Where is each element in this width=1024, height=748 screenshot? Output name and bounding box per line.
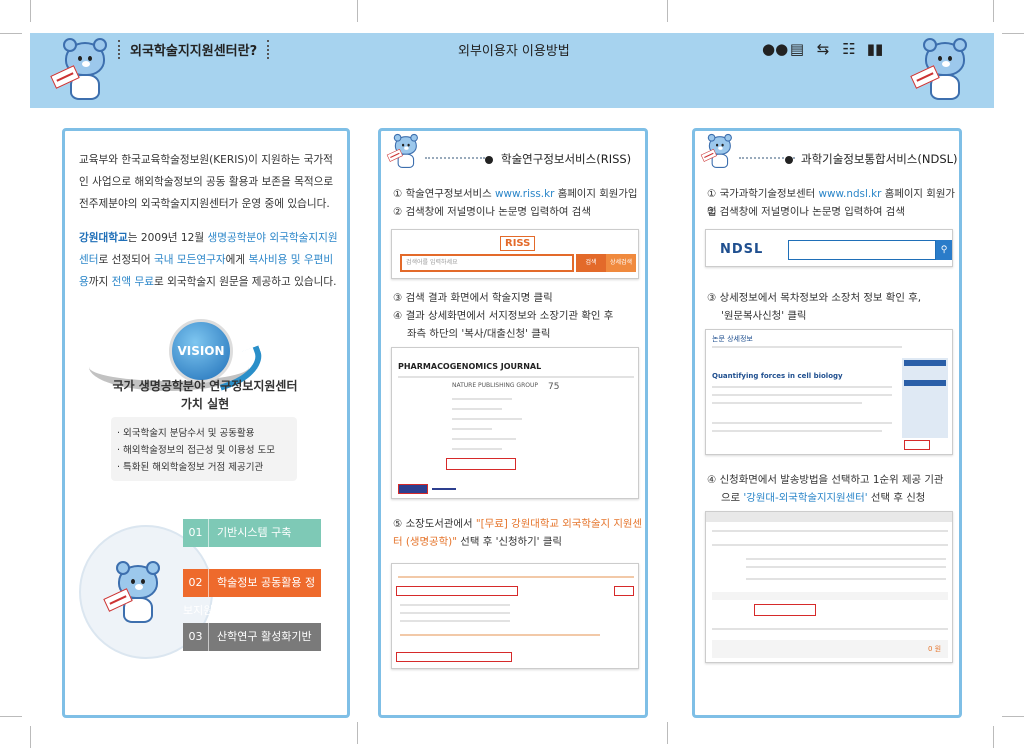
riss-search-input: 검색어를 입력하세요 xyxy=(400,254,574,272)
bear-mascot-icon xyxy=(700,133,735,170)
search-icon: ⚲ xyxy=(936,240,952,260)
fold-mark xyxy=(667,0,668,22)
total-amount: 0 원 xyxy=(928,645,942,653)
goal-bar: 03 산학연구 활성화기반조성 xyxy=(183,623,321,671)
panel-riss: 학술연구정보서비스(RISS) ① 학술연구정보서비스 www.riss.kr … xyxy=(378,128,648,718)
riss-library-screenshot xyxy=(391,563,639,669)
header-title-center: 외부이용자 이용방법 xyxy=(458,44,570,59)
intro-text: 교육부와 한국교육학술정보원(KERIS)이 지원하는 국가적인 사업으로 해외… xyxy=(79,154,334,210)
section-title: 학술연구정보서비스(RISS) xyxy=(485,151,631,167)
header-icons: ●● ▤ ⇆ ☷ ▮▮ xyxy=(762,40,884,58)
crop-mark xyxy=(0,33,22,34)
step-2: ② 검색창에 저널명이나 논문명 입력하여 검색 xyxy=(393,206,591,218)
riss-logo: RISS xyxy=(500,236,536,251)
crop-mark xyxy=(1002,716,1024,717)
ndsl-logo: NDSL xyxy=(720,242,764,257)
fold-mark xyxy=(667,722,668,744)
library-highlight xyxy=(396,586,518,596)
panel-ndsl: 과학기술정보통합서비스(NDSL) ① 국가과학기술정보센터 www.ndsl.… xyxy=(692,128,962,718)
document-icon: ☷ xyxy=(842,40,856,58)
goal-bar: 02 학술정보 공동활용 정보지원 xyxy=(183,569,321,617)
printer-icon: ▤ xyxy=(789,40,805,58)
goal-bar: 01 기반시스템 구축 xyxy=(183,519,321,547)
bear-mascot-icon xyxy=(910,38,972,104)
description-text: 강원대학교는 2009년 12월 생명공학분야 외국학술지지원센터로 선정되어 … xyxy=(79,232,338,288)
panel-about: 교육부와 한국교육학술정보원(KERIS)이 지원하는 국가적인 사업으로 해외… xyxy=(62,128,350,718)
section-title: 과학기술정보통합서비스(NDSL) xyxy=(785,151,958,167)
crop-mark xyxy=(993,726,994,748)
ndsl-search-input xyxy=(788,240,936,260)
institution-highlight xyxy=(754,604,816,616)
step-1: ① 학술연구정보서비스 www.riss.kr 홈페이지 회원가입 xyxy=(393,188,638,200)
holding-highlight xyxy=(446,458,516,470)
ndsl-search-screenshot: NDSL ⚲ xyxy=(705,229,953,267)
step-5: ⑤ 소장도서관에서 "[무료] 강원대학교 외국학술지 지원센터 (생명공학)"… xyxy=(393,518,643,548)
step-4: ④ 결과 상세화면에서 서지정보와 소장기관 확인 후 좌측 하단의 '복사/대… xyxy=(393,310,614,340)
step-3: ③ 검색 결과 화면에서 학술지명 클릭 xyxy=(393,292,553,304)
vision-list: · 외국학술지 분담수서 및 공동활용 · 해외학술정보의 접근성 및 이용성 … xyxy=(111,417,297,481)
fold-mark xyxy=(357,722,358,744)
ndsl-request-screenshot: 0 원 xyxy=(705,511,953,663)
step-4: ④ 신청화면에서 발송방법을 선택하고 1순위 제공 기관 으로 '강원대-외국… xyxy=(707,474,944,504)
riss-advanced-button: 상세검색 xyxy=(606,254,636,272)
journal-title: PHARMACOGENOMICS JOURNAL xyxy=(398,362,542,371)
crop-mark xyxy=(0,716,22,717)
vision-title: 국가 생명공학분야 연구정보지원센터 가치 실현 xyxy=(112,379,298,411)
dotted-line xyxy=(425,157,485,159)
copy-request-highlight xyxy=(904,440,930,450)
vision-badge: VISION xyxy=(169,319,233,383)
bear-mascot-icon xyxy=(103,561,165,627)
crop-mark xyxy=(993,0,994,22)
list-item: · 해외학술정보의 접근성 및 이용성 도모 xyxy=(117,445,275,456)
riss-search-button: 검색 xyxy=(576,254,606,272)
riss-search-screenshot: RISS 검색어를 입력하세요 검색 상세검색 xyxy=(391,229,639,279)
users-icon: ●● xyxy=(762,40,789,58)
bear-mascot-icon xyxy=(50,38,112,104)
copy-request-highlight xyxy=(398,484,428,494)
crop-mark xyxy=(30,726,31,748)
ndsl-detail-screenshot: 논문 상세정보 Quantifying forces in cell biolo… xyxy=(705,329,953,455)
crop-mark xyxy=(1002,33,1024,34)
selected-library-highlight xyxy=(396,652,512,662)
apply-highlight xyxy=(614,586,634,596)
riss-detail-screenshot: PHARMACOGENOMICS JOURNAL NATURE PUBLISHI… xyxy=(391,347,639,499)
list-item: · 특화된 해외학술정보 거점 제공기관 xyxy=(117,462,264,473)
list-item: · 외국학술지 분담수서 및 공동활용 xyxy=(117,428,255,439)
step-2: ② 검색창에 저널명이나 논문명 입력하여 검색 xyxy=(707,206,905,218)
crop-mark xyxy=(30,0,31,22)
bear-mascot-icon xyxy=(386,133,421,170)
step-3: ③ 상세정보에서 목차정보와 소장처 정보 확인 후, '원문복사신청' 클릭 xyxy=(707,292,922,322)
org-name: 강원대학교 xyxy=(79,232,128,244)
book-icon: ▮▮ xyxy=(866,40,884,58)
fold-mark xyxy=(357,0,358,22)
exchange-icon: ⇆ xyxy=(816,40,830,58)
header-title-left: 외국학술지지원센터란? xyxy=(118,40,270,59)
